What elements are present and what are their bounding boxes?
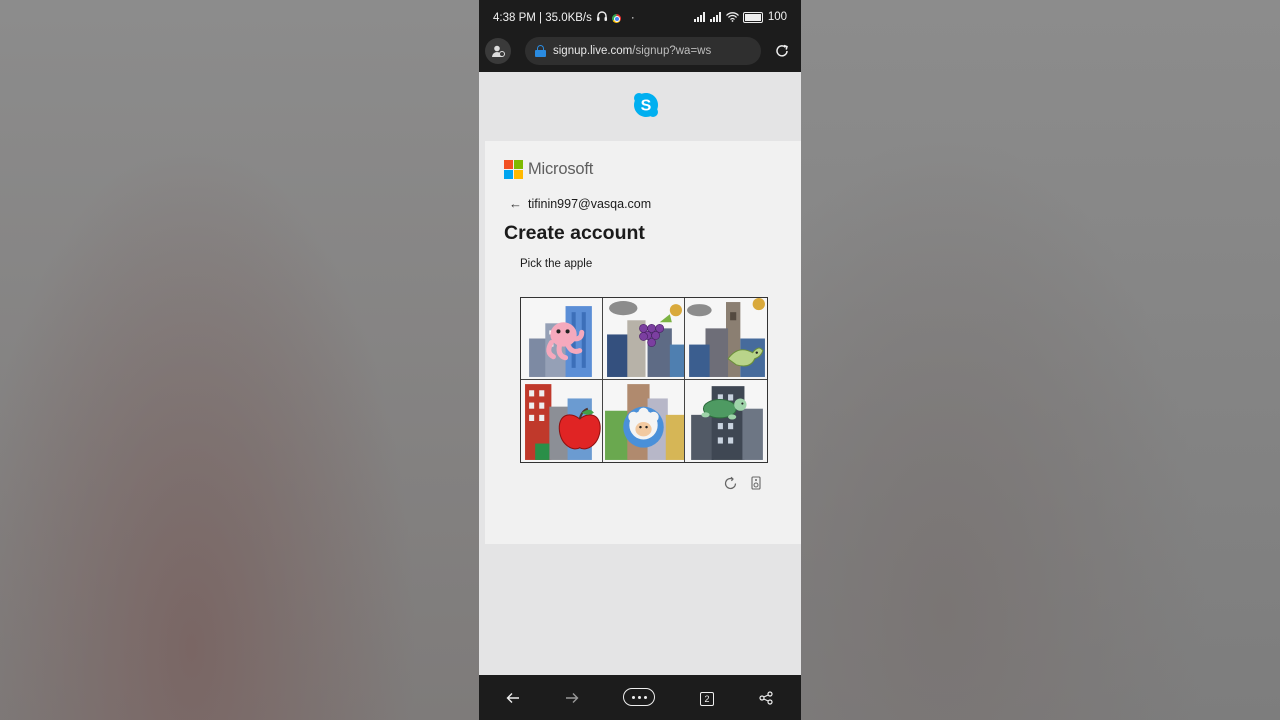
wifi-icon (725, 12, 739, 22)
incognito-profile-button[interactable] (485, 38, 511, 64)
captcha-image-grid (520, 297, 768, 463)
page-title: Create account (504, 222, 645, 244)
url-text: signup.live.com/signup?wa=ws (553, 45, 712, 57)
phone-screen: 4:38 PM | 35.0KB/s · 100 signup.live.com… (479, 0, 801, 720)
status-time-speed: 4:38 PM | 35.0KB/s (493, 12, 592, 24)
captcha-tile-octopus[interactable] (521, 298, 603, 380)
browser-bottom-nav: 2 (479, 675, 801, 720)
chrome-icon (611, 13, 621, 23)
captcha-tools (722, 475, 764, 491)
captcha-audio-button[interactable] (748, 475, 764, 491)
microsoft-logo-icon (504, 160, 523, 179)
captcha-prompt: Pick the apple (520, 258, 593, 270)
tab-switcher-button[interactable]: 2 (700, 692, 714, 706)
arrow-left-icon (506, 693, 519, 703)
status-dot: · (630, 12, 635, 24)
menu-dot-icon (643, 695, 647, 699)
identity-banner[interactable]: ← tifinin997@vasqa.com (509, 196, 651, 211)
share-icon (759, 691, 773, 705)
reload-button[interactable] (771, 40, 793, 62)
battery-level: 100 (767, 11, 787, 23)
refresh-icon (724, 476, 736, 489)
reload-icon (776, 44, 788, 57)
captcha-tile-grapes[interactable] (603, 298, 685, 380)
battery-icon (742, 11, 763, 23)
captcha-tile-apple[interactable] (521, 380, 603, 462)
captcha-tile-sheep[interactable] (603, 380, 685, 462)
signal-icon-2 (709, 12, 721, 22)
microsoft-logo: Microsoft (504, 160, 593, 179)
browser-toolbar: signup.live.com/signup?wa=ws (479, 34, 801, 72)
back-arrow-icon[interactable]: ← (509, 196, 522, 211)
background-blur-left (0, 0, 479, 720)
status-bar: 4:38 PM | 35.0KB/s · 100 (479, 0, 801, 34)
signup-card: Microsoft ← tifinin997@vasqa.com Create … (485, 141, 801, 544)
profile-icon (492, 45, 505, 57)
web-page: S Microsoft ← tifinin997@vasqa.com Creat… (479, 72, 801, 675)
share-button[interactable] (754, 686, 778, 710)
tab-count: 2 (704, 694, 710, 704)
captcha-refresh-button[interactable] (722, 475, 738, 491)
menu-dot-icon (631, 695, 635, 699)
svg-text:S: S (641, 98, 652, 115)
identity-email: tifinin997@vasqa.com (528, 196, 652, 211)
skype-logo-icon: S (632, 91, 660, 119)
headphones-icon (596, 11, 608, 25)
arrow-right-icon (566, 693, 579, 703)
menu-button[interactable] (623, 688, 655, 706)
background-blur-right (801, 0, 1280, 720)
signal-icon-1 (693, 12, 705, 22)
menu-dot-icon (637, 695, 641, 699)
forward-button[interactable] (560, 686, 584, 710)
speaker-icon (751, 476, 761, 490)
back-button[interactable] (501, 686, 525, 710)
captcha-tile-dinosaur[interactable] (685, 298, 767, 380)
lock-icon (535, 45, 546, 57)
address-bar[interactable]: signup.live.com/signup?wa=ws (525, 37, 761, 65)
microsoft-wordmark: Microsoft (528, 160, 594, 178)
captcha-tile-turtle[interactable] (685, 380, 767, 462)
